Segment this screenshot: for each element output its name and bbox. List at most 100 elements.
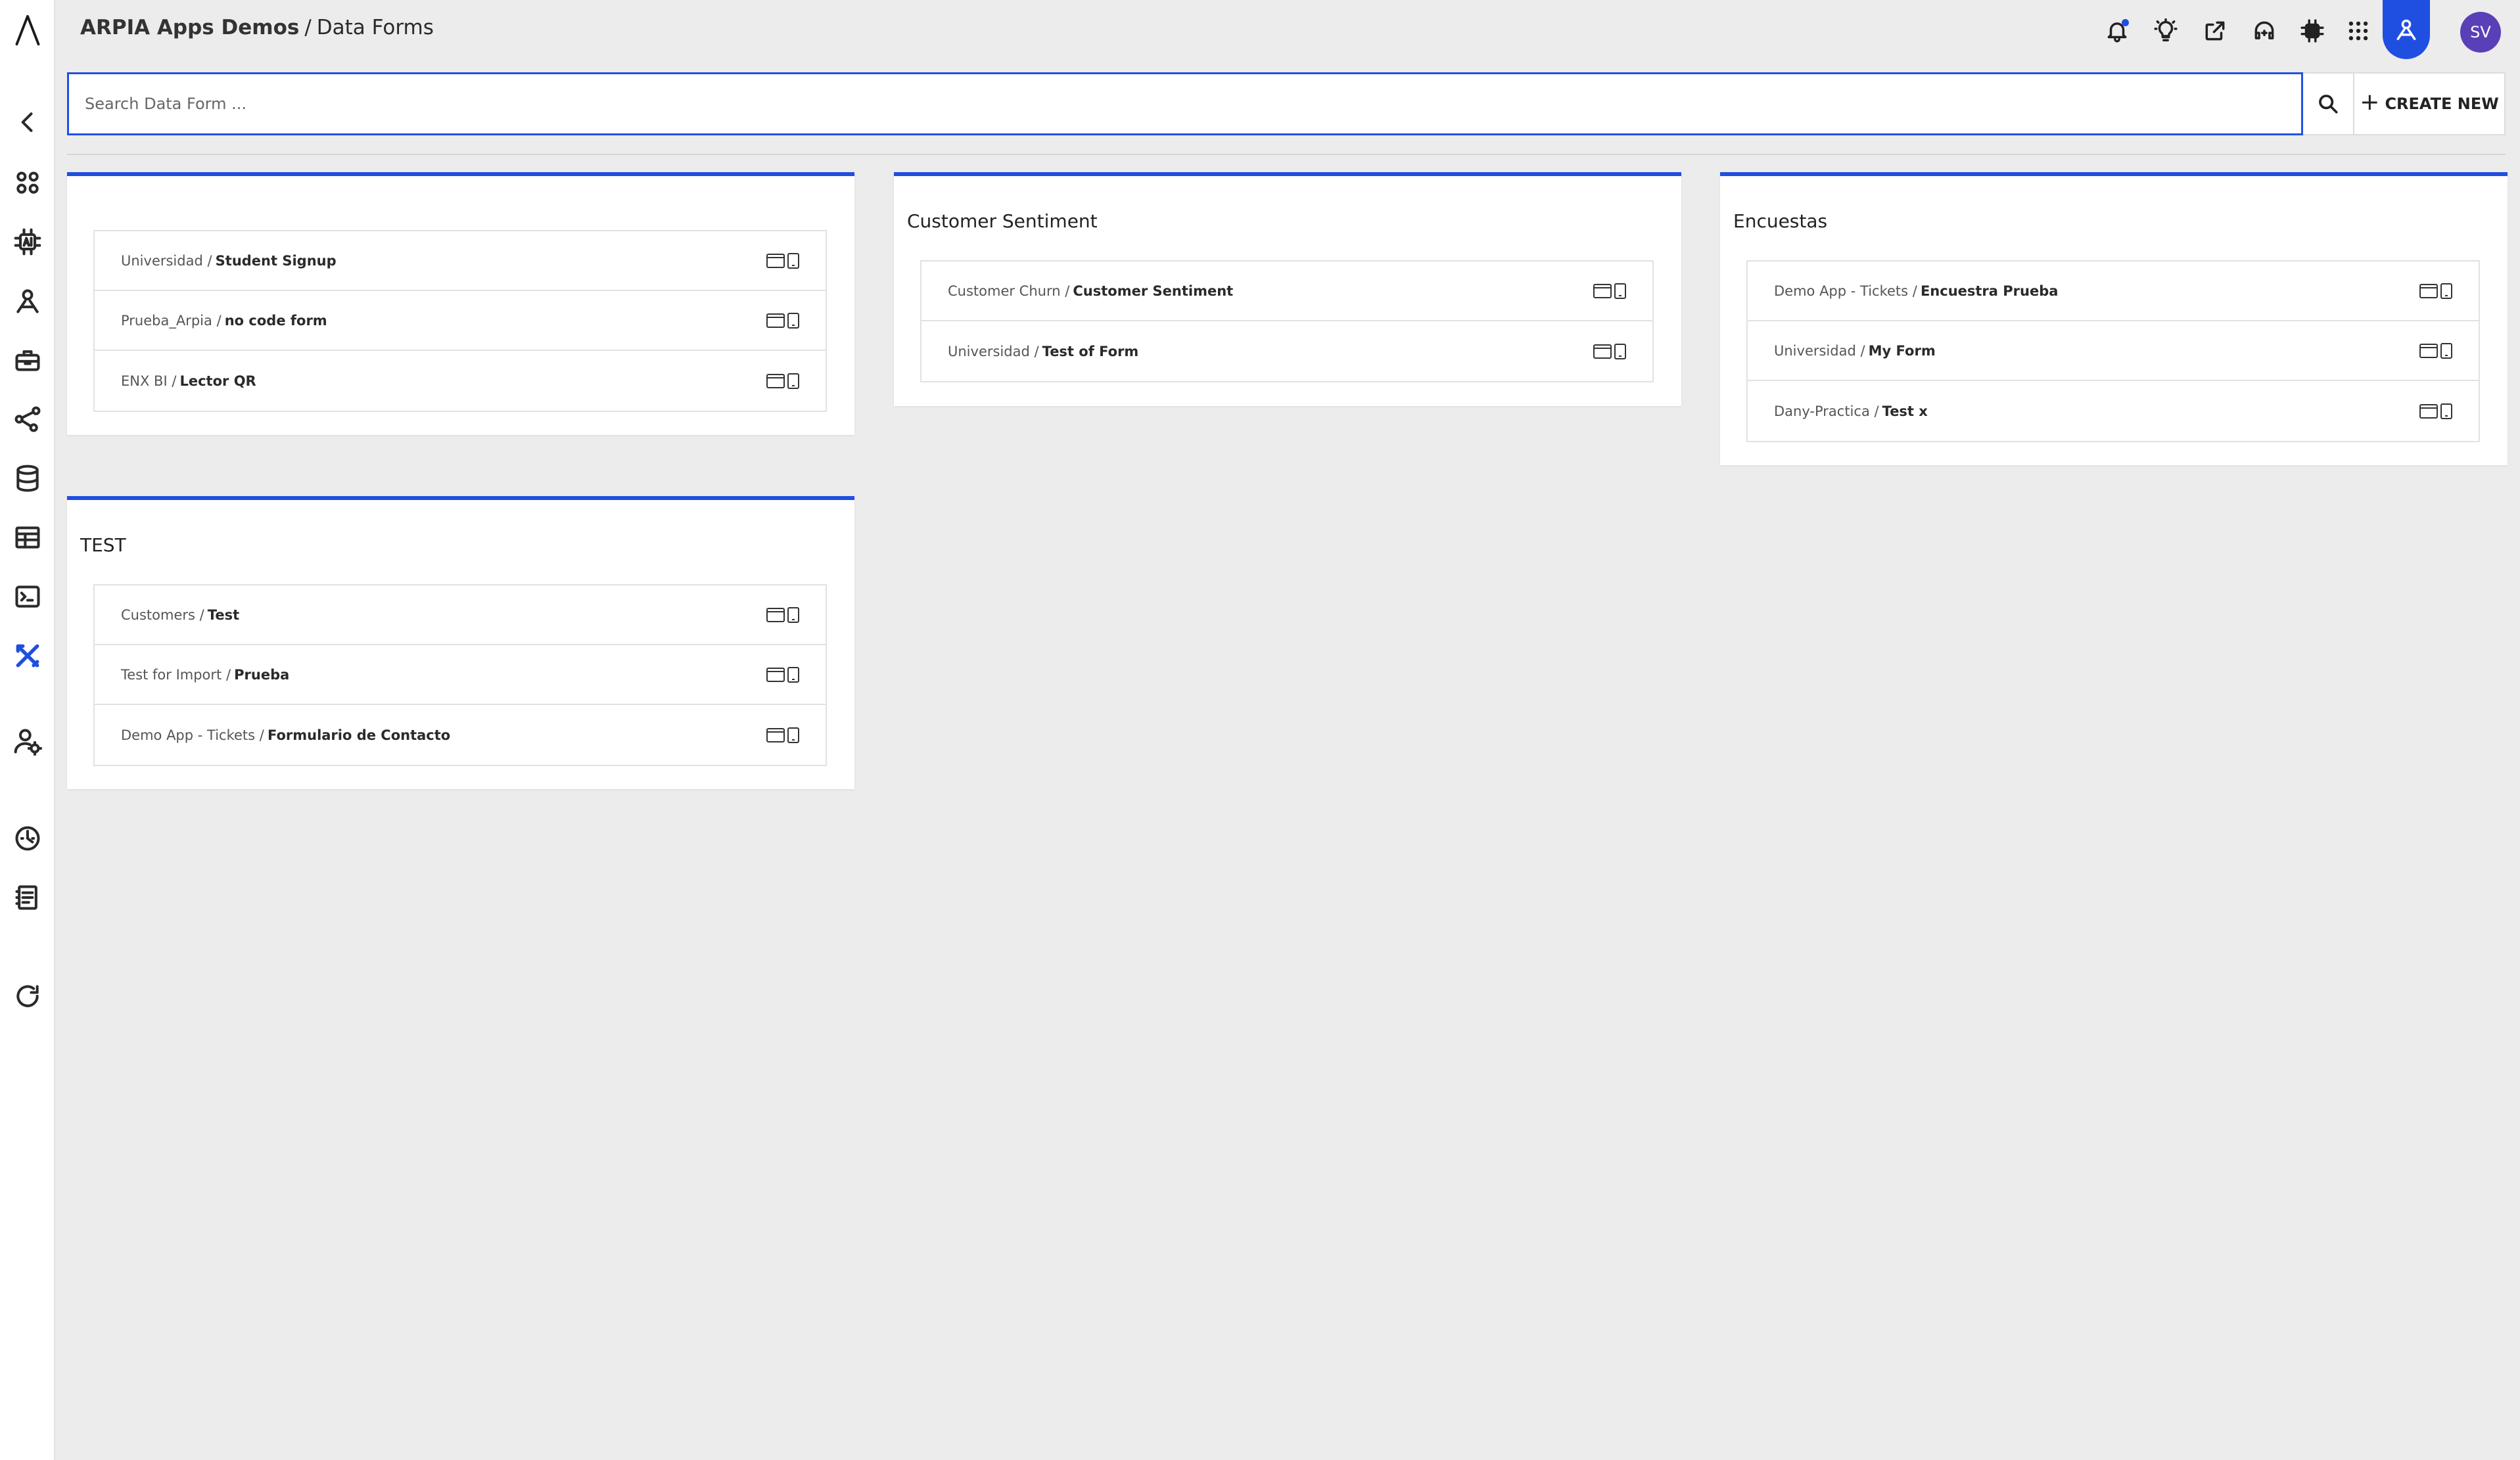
search-icon [2319, 95, 2338, 114]
form-group-card: Universidad / Student Signup Prueba_Arpi… [67, 172, 854, 435]
mobile-icon[interactable] [1614, 343, 1626, 359]
form-group-card: TEST Customers / Test Test for Import / … [67, 496, 854, 789]
arpia-logo-icon[interactable] [9, 12, 46, 49]
form-item[interactable]: Demo App - Tickets / Encuestra Prueba [1748, 262, 2479, 321]
form-name: My Form [1868, 342, 1936, 359]
user-settings-icon[interactable] [9, 723, 46, 760]
form-name: Test x [1882, 403, 1928, 419]
desktop-icon[interactable] [2419, 403, 2438, 419]
table-icon[interactable] [9, 519, 46, 556]
device-icons [766, 727, 799, 743]
breadcrumb-app-name[interactable]: ARPIA Apps Demos [80, 16, 299, 39]
page-title: Data Forms [316, 16, 434, 39]
apps-grid-icon[interactable] [9, 164, 46, 201]
form-name: Student Signup [215, 252, 337, 269]
notifications-bell-icon[interactable] [2099, 13, 2135, 49]
search-input[interactable] [67, 72, 2303, 135]
form-name: Lector QR [179, 373, 256, 389]
ai-user-icon[interactable] [9, 283, 46, 319]
form-name: Prueba [234, 666, 290, 683]
mobile-icon[interactable] [787, 252, 799, 269]
desktop-icon[interactable] [766, 373, 785, 388]
create-new-label: CREATE NEW [2385, 95, 2499, 113]
dashboard-gauge-icon[interactable] [9, 820, 46, 857]
form-item[interactable]: Prueba_Arpia / no code form [95, 291, 826, 351]
refresh-icon[interactable] [9, 978, 46, 1015]
form-list: Demo App - Tickets / Encuestra Prueba Un… [1746, 260, 2480, 442]
ai-user-active-icon[interactable] [2383, 0, 2430, 59]
breadcrumb: ARPIA Apps Demos / Data Forms [80, 13, 434, 42]
notebook-icon[interactable] [9, 879, 46, 916]
tools-icon[interactable] [9, 637, 46, 674]
back-chevron-icon[interactable] [9, 104, 46, 141]
ai-chip-top-icon[interactable] [2295, 13, 2330, 49]
mobile-icon[interactable] [787, 312, 799, 329]
form-name: Customer Sentiment [1073, 283, 1234, 299]
support-headset-icon[interactable] [2247, 13, 2282, 49]
form-group-title: Encuestas [1733, 210, 1828, 232]
form-name: Test of Form [1042, 343, 1139, 359]
form-item[interactable]: Test for Import / Prueba [95, 645, 826, 705]
form-name: Test [207, 606, 240, 623]
form-name: Formulario de Contacto [267, 727, 451, 743]
database-icon[interactable] [9, 460, 46, 497]
mobile-icon[interactable] [787, 727, 799, 743]
form-item[interactable]: Universidad / Test of Form [922, 321, 1652, 381]
form-group-title: Customer Sentiment [907, 210, 1098, 232]
mobile-icon[interactable] [2440, 283, 2452, 299]
desktop-icon[interactable] [766, 253, 785, 268]
create-new-button[interactable]: + CREATE NEW [2354, 72, 2506, 135]
share-icon[interactable] [2197, 13, 2233, 49]
device-icons [1593, 283, 1626, 299]
device-icons [2419, 283, 2452, 299]
desktop-icon[interactable] [2419, 343, 2438, 358]
search-button[interactable] [2303, 72, 2354, 135]
mobile-icon[interactable] [787, 606, 799, 623]
desktop-icon[interactable] [766, 607, 785, 622]
mobile-icon[interactable] [2440, 403, 2452, 419]
device-icons [766, 606, 799, 623]
form-app-path: Dany-Practica / [1774, 403, 1879, 419]
form-item[interactable]: ENX BI / Lector QR [95, 351, 826, 411]
left-sidebar [0, 0, 55, 1460]
form-item[interactable]: Universidad / Student Signup [95, 231, 826, 291]
form-group-card: Customer Sentiment Customer Churn / Cust… [894, 172, 1681, 406]
terminal-icon[interactable] [9, 578, 46, 615]
form-item[interactable]: Customer Churn / Customer Sentiment [922, 262, 1652, 321]
desktop-icon[interactable] [1593, 344, 1612, 359]
form-group-card: Encuestas Demo App - Tickets / Encuestra… [1720, 172, 2508, 465]
form-app-path: Test for Import / [121, 666, 231, 683]
mobile-icon[interactable] [787, 666, 799, 683]
breadcrumb-separator: / [304, 16, 312, 39]
form-item[interactable]: Universidad / My Form [1748, 321, 2479, 381]
desktop-icon[interactable] [766, 667, 785, 682]
mobile-icon[interactable] [1614, 283, 1626, 299]
desktop-icon[interactable] [766, 727, 785, 742]
desktop-icon[interactable] [1593, 283, 1612, 298]
form-item[interactable]: Demo App - Tickets / Formulario de Conta… [95, 705, 826, 765]
mobile-icon[interactable] [787, 373, 799, 389]
form-list: Universidad / Student Signup Prueba_Arpi… [93, 230, 827, 412]
lightbulb-icon[interactable] [2148, 13, 2183, 49]
form-app-path: Demo App - Tickets / [121, 727, 264, 743]
search-row: + CREATE NEW [67, 72, 2506, 135]
ai-chip-icon[interactable] [9, 223, 46, 260]
device-icons [766, 312, 799, 329]
nodes-icon[interactable] [9, 401, 46, 438]
device-icons [766, 252, 799, 269]
device-icons [2419, 403, 2452, 419]
toolbox-icon[interactable] [9, 342, 46, 378]
divider [67, 154, 2506, 155]
desktop-icon[interactable] [766, 313, 785, 328]
mobile-icon[interactable] [2440, 342, 2452, 359]
form-item[interactable]: Customers / Test [95, 585, 826, 645]
form-item[interactable]: Dany-Practica / Test x [1748, 381, 2479, 441]
user-avatar[interactable]: SV [2460, 12, 2501, 53]
apps-launcher-icon[interactable] [2341, 13, 2376, 49]
form-app-path: Prueba_Arpia / [121, 312, 222, 329]
form-app-path: Demo App - Tickets / [1774, 283, 1917, 299]
form-name: Encuestra Prueba [1920, 283, 2059, 299]
form-name: no code form [224, 312, 327, 329]
form-app-path: Universidad / [1774, 342, 1865, 359]
desktop-icon[interactable] [2419, 283, 2438, 298]
